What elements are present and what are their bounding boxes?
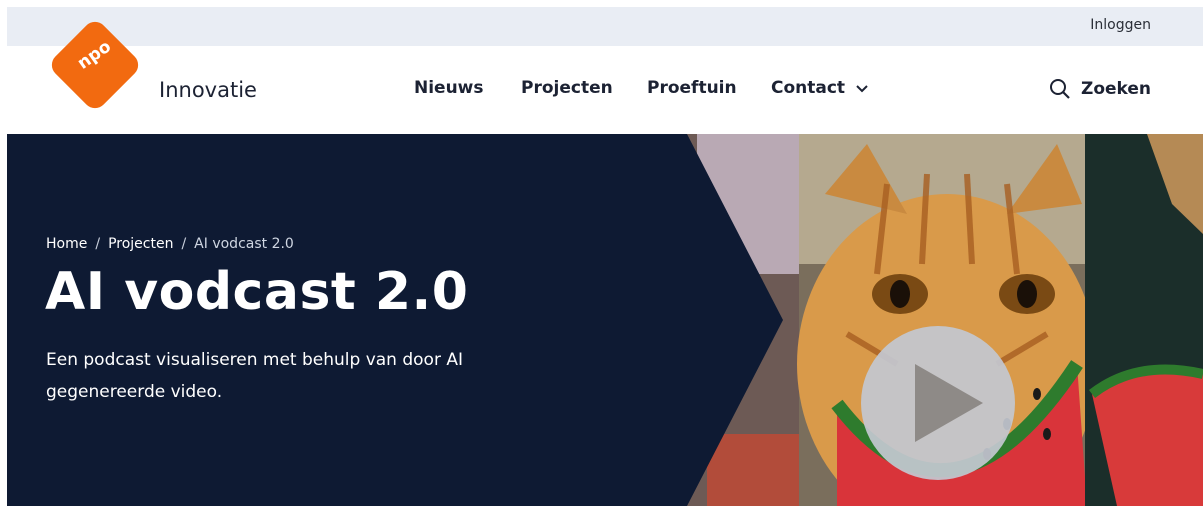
site-name[interactable]: Innovatie xyxy=(159,78,257,102)
breadcrumb: Home / Projecten / AI vodcast 2.0 xyxy=(46,236,294,252)
breadcrumb-separator: / xyxy=(181,236,187,252)
breadcrumb-current: AI vodcast 2.0 xyxy=(194,236,294,252)
chevron-down-icon xyxy=(856,85,868,93)
play-icon[interactable] xyxy=(859,324,1017,482)
search-icon xyxy=(1050,79,1070,99)
nav-item-contact-label: Contact xyxy=(771,78,846,98)
page-subtitle: Een podcast visualiseren met behulp van … xyxy=(46,350,463,402)
breadcrumb-home[interactable]: Home xyxy=(46,236,87,252)
top-utility-bar: Inloggen xyxy=(7,7,1203,46)
nav-item-projecten[interactable]: Projecten xyxy=(521,78,613,98)
breadcrumb-projecten[interactable]: Projecten xyxy=(108,236,173,252)
search-label: Zoeken xyxy=(1081,79,1152,99)
login-link[interactable]: Inloggen xyxy=(1090,17,1151,33)
nav-item-proeftuin[interactable]: Proeftuin xyxy=(647,78,737,98)
breadcrumb-separator: / xyxy=(95,236,101,252)
search-button[interactable]: Zoeken xyxy=(1049,78,1151,100)
nav-item-nieuws[interactable]: Nieuws xyxy=(414,78,484,98)
hero-banner: Home / Projecten / AI vodcast 2.0 AI vod… xyxy=(7,134,1203,506)
page-title: AI vodcast 2.0 xyxy=(45,262,469,322)
nav-item-contact[interactable]: Contact xyxy=(771,78,869,98)
npo-logo[interactable]: npo xyxy=(46,16,144,114)
